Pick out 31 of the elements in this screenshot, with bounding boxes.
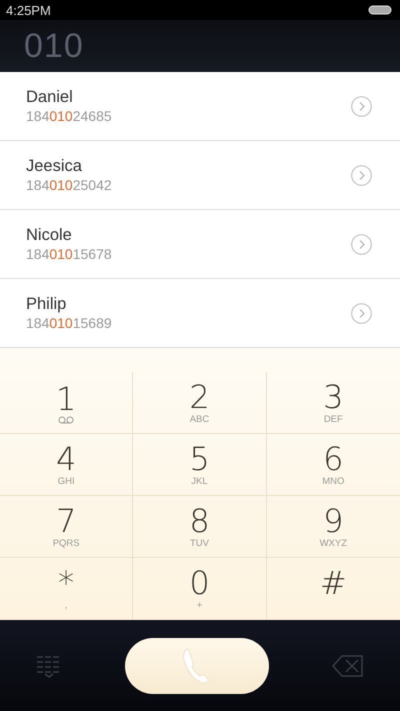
dial-key[interactable]: 6 MNO bbox=[266, 434, 400, 496]
contact-row[interactable]: Nicole 18401015678 bbox=[0, 210, 400, 279]
dial-key[interactable]: 4 GHI bbox=[0, 434, 134, 496]
contact-number: 18401024685 bbox=[26, 108, 112, 124]
contact-number: 18401025042 bbox=[26, 177, 112, 193]
battery-icon bbox=[368, 5, 392, 15]
status-time: 4:25PM bbox=[6, 2, 51, 18]
chevron-circle-icon[interactable] bbox=[351, 164, 372, 186]
chevron-circle-icon[interactable] bbox=[351, 96, 372, 116]
dialed-number: 010 bbox=[24, 26, 84, 66]
contact-name: Daniel bbox=[26, 88, 74, 107]
dial-key[interactable]: 5 JKL bbox=[133, 434, 267, 496]
dial-key[interactable]: 9 WXYZ bbox=[266, 496, 400, 558]
contact-row[interactable]: Jeesica 18401025042 bbox=[0, 141, 400, 210]
contact-name: Nicole bbox=[26, 226, 73, 245]
contact-number: 18401015689 bbox=[26, 315, 112, 331]
contact-row[interactable]: Daniel 18401024685 bbox=[0, 72, 400, 141]
chevron-circle-icon[interactable] bbox=[351, 302, 372, 324]
dial-key[interactable]: 2 ABC bbox=[133, 372, 267, 434]
contact-name: Philip bbox=[26, 295, 68, 314]
dial-key[interactable]: 8 TUV bbox=[133, 496, 267, 558]
chevron-circle-icon[interactable] bbox=[351, 234, 372, 254]
contact-number: 18401015678 bbox=[26, 246, 112, 262]
dial-key[interactable]: # bbox=[266, 558, 400, 620]
voicemail-icon bbox=[58, 416, 74, 424]
contact-name: Jeesica bbox=[26, 157, 83, 176]
dial-key[interactable]: 3 DEF bbox=[266, 372, 400, 434]
dial-key[interactable]: 7 PQRS bbox=[0, 496, 134, 558]
backspace-button[interactable] bbox=[332, 654, 364, 678]
keypad-toggle-button[interactable] bbox=[36, 654, 62, 678]
dial-key[interactable]: 1 bbox=[0, 372, 134, 434]
